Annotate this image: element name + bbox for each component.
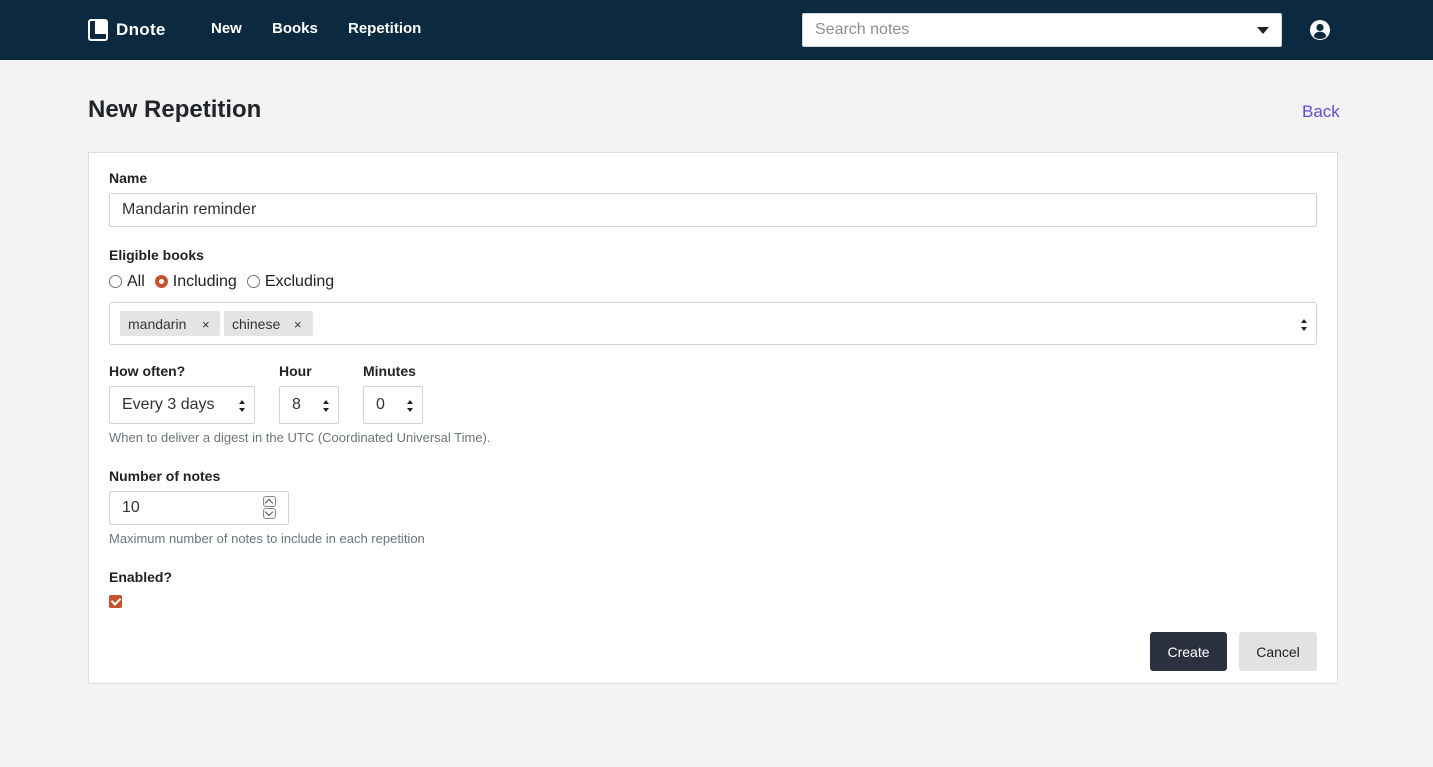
radio-option-all[interactable]: All bbox=[109, 273, 145, 291]
dropdown-arrows-icon bbox=[323, 400, 330, 412]
notes-count-value: 10 bbox=[122, 499, 140, 516]
book-tag-mandarin: mandarin × bbox=[120, 311, 220, 336]
frequency-value: Every 3 days bbox=[122, 396, 215, 413]
radio-excluding-label: Excluding bbox=[264, 273, 335, 290]
name-label: Name bbox=[109, 170, 148, 186]
search-box bbox=[802, 13, 1282, 47]
remove-tag-icon[interactable]: × bbox=[294, 317, 302, 332]
enabled-label: Enabled? bbox=[109, 569, 173, 585]
minutes-value: 0 bbox=[376, 396, 385, 413]
dropdown-arrows-icon bbox=[239, 400, 246, 412]
book-tag-label: chinese bbox=[232, 315, 281, 332]
repetition-form: Name Eligible books All Including Exclud… bbox=[88, 152, 1338, 684]
user-circle-icon[interactable] bbox=[1309, 19, 1331, 41]
caret-down-icon[interactable] bbox=[1257, 27, 1269, 34]
brand-logo[interactable]: Dnote bbox=[88, 18, 166, 42]
radio-option-excluding[interactable]: Excluding bbox=[246, 273, 335, 291]
search-input[interactable] bbox=[803, 14, 1243, 46]
radio-all-label: All bbox=[127, 273, 145, 290]
radio-option-including[interactable]: Including bbox=[154, 273, 237, 291]
hour-value: 8 bbox=[292, 396, 301, 413]
back-link[interactable]: Back bbox=[1302, 102, 1340, 122]
create-button[interactable]: Create bbox=[1150, 632, 1227, 671]
page-title: New Repetition bbox=[88, 96, 262, 123]
notes-count-label: Number of notes bbox=[109, 468, 221, 484]
cancel-button[interactable]: Cancel bbox=[1239, 632, 1317, 671]
time-help-text: When to deliver a digest in the UTC (Coo… bbox=[109, 430, 491, 445]
radio-all[interactable] bbox=[109, 274, 122, 288]
name-field[interactable] bbox=[109, 193, 1317, 227]
brand-name: Dnote bbox=[116, 20, 166, 39]
radio-including-label: Including bbox=[172, 273, 237, 290]
notes-count-field[interactable]: 10 bbox=[109, 491, 289, 525]
increment-icon[interactable] bbox=[263, 496, 276, 507]
enabled-checkbox[interactable] bbox=[109, 595, 122, 608]
nav-repetition[interactable]: Repetition bbox=[348, 20, 421, 37]
book-tag-label: mandarin bbox=[128, 315, 187, 332]
radio-excluding[interactable] bbox=[246, 274, 260, 288]
dnote-logo-icon bbox=[88, 19, 108, 41]
eligible-books-options: All Including Excluding bbox=[109, 273, 344, 291]
dropdown-arrows-icon bbox=[407, 400, 414, 412]
dropdown-arrows-icon[interactable] bbox=[1301, 319, 1308, 331]
remove-tag-icon[interactable]: × bbox=[202, 317, 210, 332]
eligible-books-label: Eligible books bbox=[109, 247, 204, 263]
hour-label: Hour bbox=[279, 363, 312, 379]
decrement-icon[interactable] bbox=[263, 508, 276, 519]
nav-new[interactable]: New bbox=[211, 20, 242, 37]
navbar: Dnote New Books Repetition bbox=[0, 0, 1433, 60]
book-tag-chinese: chinese × bbox=[224, 311, 313, 336]
frequency-label: How often? bbox=[109, 363, 186, 379]
radio-including[interactable] bbox=[154, 274, 168, 288]
hour-select[interactable]: 8 bbox=[279, 386, 339, 424]
notes-count-help-text: Maximum number of notes to include in ea… bbox=[109, 531, 425, 546]
books-multiselect[interactable]: mandarin × chinese × bbox=[109, 302, 1317, 345]
minutes-select[interactable]: 0 bbox=[363, 386, 423, 424]
frequency-select[interactable]: Every 3 days bbox=[109, 386, 255, 424]
minutes-label: Minutes bbox=[363, 363, 416, 379]
nav-books[interactable]: Books bbox=[272, 20, 318, 37]
